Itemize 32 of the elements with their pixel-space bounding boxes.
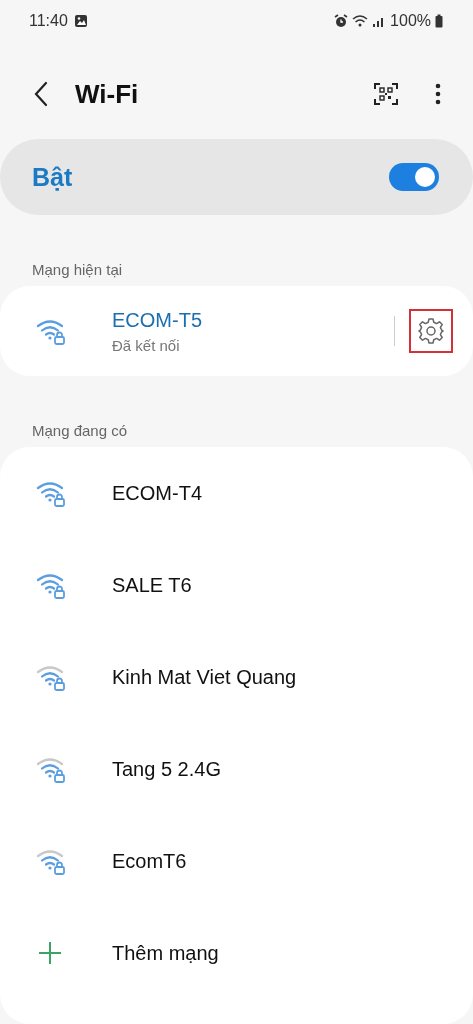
network-row[interactable]: Kinh Mat Viet Quang [36,631,473,723]
wifi-icon [352,14,369,28]
alarm-icon [334,14,349,28]
network-name: ECOM-T4 [112,481,202,505]
battery-level: 100% [390,12,431,30]
network-row[interactable]: EcomT6 [36,815,473,907]
settings-button[interactable] [409,309,453,353]
battery-icon [435,14,443,28]
network-row[interactable]: ECOM-T4 [36,447,473,539]
network-row[interactable]: Tang 5 2.4G [36,723,473,815]
wifi-switch-card[interactable]: Bật [0,139,473,215]
back-icon[interactable] [33,81,49,107]
page-title: Wi-Fi [75,78,139,110]
settings-icon [416,316,446,346]
section-header: Mạng đang có [32,422,129,439]
network-row[interactable]: ECOM-T5 Đã kết nối [36,286,394,376]
switch-label: Bật [32,162,73,192]
network-name: SALE T6 [112,573,192,597]
add-network-button[interactable]: Thêm mạng [36,907,473,999]
section-header: Mạng hiện tại [32,261,124,278]
status-time: 11:40 [29,12,68,30]
network-name: ECOM-T5 [112,308,202,332]
more-options-icon[interactable] [433,81,443,107]
network-name: EcomT6 [112,849,187,873]
toggle-switch[interactable] [389,163,439,191]
network-row[interactable]: SALE T6 [36,539,473,631]
qr-code-icon[interactable] [373,81,399,107]
network-name: Thêm mạng [112,941,219,965]
gallery-icon [73,14,88,28]
network-name: Tang 5 2.4G [112,757,221,781]
network-name: Kinh Mat Viet Quang [112,665,297,689]
connection-status: Đã kết nối [112,336,181,354]
